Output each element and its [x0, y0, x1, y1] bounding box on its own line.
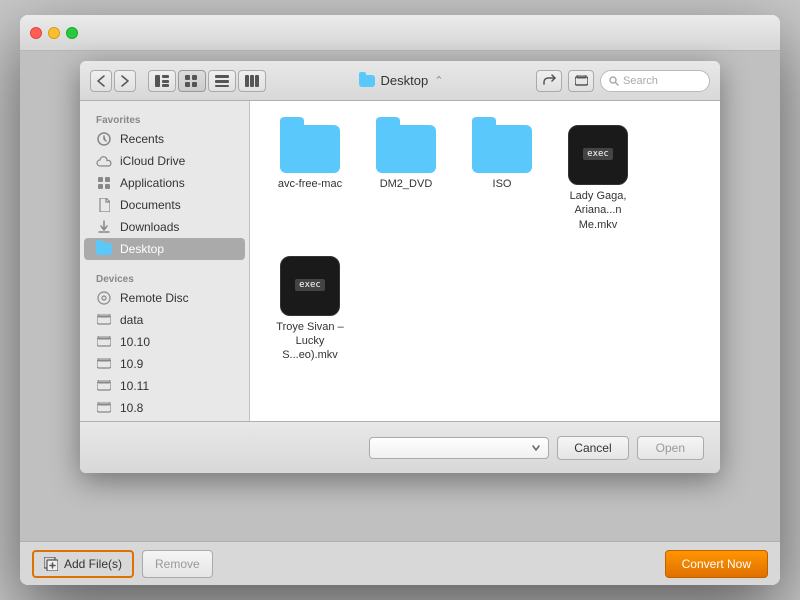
downloads-icon: [96, 219, 112, 235]
folder-icon: [376, 125, 436, 173]
drive-icon: [96, 378, 112, 394]
sidebar-item-downloads[interactable]: Downloads: [84, 216, 245, 238]
desktop-folder-icon: [96, 241, 112, 257]
exec-icon: exec: [280, 256, 340, 316]
minimize-button[interactable]: [48, 27, 60, 39]
sidebar-item-applications[interactable]: Applications: [84, 172, 245, 194]
view-column-button[interactable]: [238, 70, 266, 92]
dialog-title-area: Desktop ⌃: [274, 73, 528, 88]
add-files-button[interactable]: Add File(s): [32, 550, 134, 578]
file-item-avc-free-mac[interactable]: avc-free-mac: [270, 121, 350, 236]
chevron-down-icon: [532, 445, 540, 451]
file-name: Lady Gaga, Ariana...n Me.mkv: [562, 189, 634, 232]
documents-icon: [96, 197, 112, 213]
sidebar-item-label: Documents: [120, 198, 181, 212]
dialog-title: Desktop: [381, 73, 429, 88]
drive-icon: [96, 334, 112, 350]
sidebar-item-label: 10.10: [120, 335, 150, 349]
exec-icon: exec: [568, 125, 628, 185]
open-dialog: Desktop ⌃ Search: [80, 61, 720, 473]
outer-window: Desktop ⌃ Search: [20, 15, 780, 585]
file-name: DM2_DVD: [380, 177, 433, 191]
file-item-lady-gaga[interactable]: exec Lady Gaga, Ariana...n Me.mkv: [558, 121, 638, 236]
favorites-label: Favorites: [80, 109, 249, 128]
file-name: avc-free-mac: [278, 177, 342, 191]
search-icon: [609, 76, 619, 86]
exec-label: exec: [583, 148, 613, 160]
dialog-bottom: Cancel Open: [80, 421, 720, 473]
sidebar-item-label: Remote Disc: [120, 291, 189, 305]
sidebar-item-label: Applications: [120, 176, 185, 190]
forward-button[interactable]: [114, 70, 136, 92]
app-content: Desktop ⌃ Search: [20, 51, 780, 585]
sidebar-item-remote-disc[interactable]: Remote Disc: [84, 287, 245, 309]
nav-buttons: [90, 70, 136, 92]
convert-button[interactable]: Convert Now: [665, 550, 768, 578]
remove-button[interactable]: Remove: [142, 550, 213, 578]
sidebar-item-recents[interactable]: Recents: [84, 128, 245, 150]
sidebar-item-label: Downloads: [120, 220, 179, 234]
share-button[interactable]: [536, 70, 562, 92]
sidebar-item-documents[interactable]: Documents: [84, 194, 245, 216]
sidebar-item-label: iCloud Drive: [120, 154, 185, 168]
add-files-icon: [44, 557, 58, 571]
dialog-content: Favorites Recents iCloud Drive: [80, 101, 720, 421]
sidebar-item-label: Desktop: [120, 242, 164, 256]
app-titlebar: [20, 15, 780, 51]
drive-icon: [96, 312, 112, 328]
view-sidebar-button[interactable]: [148, 70, 176, 92]
view-buttons: [148, 70, 266, 92]
maximize-button[interactable]: [66, 27, 78, 39]
sidebar-item-108[interactable]: 10.8: [84, 397, 245, 419]
back-button[interactable]: [90, 70, 112, 92]
exec-label: exec: [295, 279, 325, 291]
sidebar: Favorites Recents iCloud Drive: [80, 101, 250, 421]
view-list-button[interactable]: [208, 70, 236, 92]
add-files-label: Add File(s): [64, 557, 122, 571]
search-placeholder: Search: [623, 75, 658, 87]
sidebar-item-data[interactable]: data: [84, 309, 245, 331]
file-item-iso[interactable]: ISO: [462, 121, 542, 236]
recents-icon: [96, 131, 112, 147]
file-item-troye-sivan[interactable]: exec Troye Sivan – Lucky S...eo).mkv: [270, 252, 350, 367]
drive-icon: [96, 356, 112, 372]
file-name: Troye Sivan – Lucky S...eo).mkv: [274, 320, 346, 363]
search-box[interactable]: Search: [600, 70, 710, 92]
sidebar-item-desktop[interactable]: Desktop: [84, 238, 245, 260]
sidebar-item-label: 10.11: [120, 379, 149, 393]
sidebar-item-1011[interactable]: 10.11: [84, 375, 245, 397]
close-button[interactable]: [30, 27, 42, 39]
sidebar-item-label: 10.8: [120, 401, 143, 415]
format-dropdown[interactable]: [369, 437, 549, 459]
main-area: Desktop ⌃ Search: [20, 51, 780, 541]
right-toolbar: Search: [536, 70, 710, 92]
file-grid: avc-free-mac DM2_DVD ISO: [262, 113, 708, 375]
dialog-titlebar: Desktop ⌃ Search: [80, 61, 720, 101]
devices-section: Devices Remote Disc: [80, 268, 249, 419]
title-folder-icon: [359, 75, 375, 87]
file-browser: avc-free-mac DM2_DVD ISO: [250, 101, 720, 421]
storage-button[interactable]: [568, 70, 594, 92]
app-bottom-bar: Add File(s) Remove Convert Now: [20, 541, 780, 585]
icloud-icon: [96, 153, 112, 169]
sidebar-item-1010[interactable]: 10.10: [84, 331, 245, 353]
devices-label: Devices: [80, 268, 249, 287]
sidebar-item-label: Recents: [120, 132, 164, 146]
cancel-button[interactable]: Cancel: [557, 436, 628, 460]
sidebar-item-icloud[interactable]: iCloud Drive: [84, 150, 245, 172]
folder-icon: [472, 125, 532, 173]
title-chevron-icon: ⌃: [434, 74, 443, 87]
sidebar-item-109[interactable]: 10.9: [84, 353, 245, 375]
sidebar-item-label: 10.9: [120, 357, 143, 371]
traffic-lights: [30, 27, 78, 39]
view-icon-button[interactable]: [178, 70, 206, 92]
remote-disc-icon: [96, 290, 112, 306]
folder-icon: [280, 125, 340, 173]
file-name: ISO: [493, 177, 512, 191]
file-item-dm2-dvd[interactable]: DM2_DVD: [366, 121, 446, 236]
open-button[interactable]: Open: [637, 436, 704, 460]
drive-icon: [96, 400, 112, 416]
applications-icon: [96, 175, 112, 191]
sidebar-item-label: data: [120, 313, 143, 327]
